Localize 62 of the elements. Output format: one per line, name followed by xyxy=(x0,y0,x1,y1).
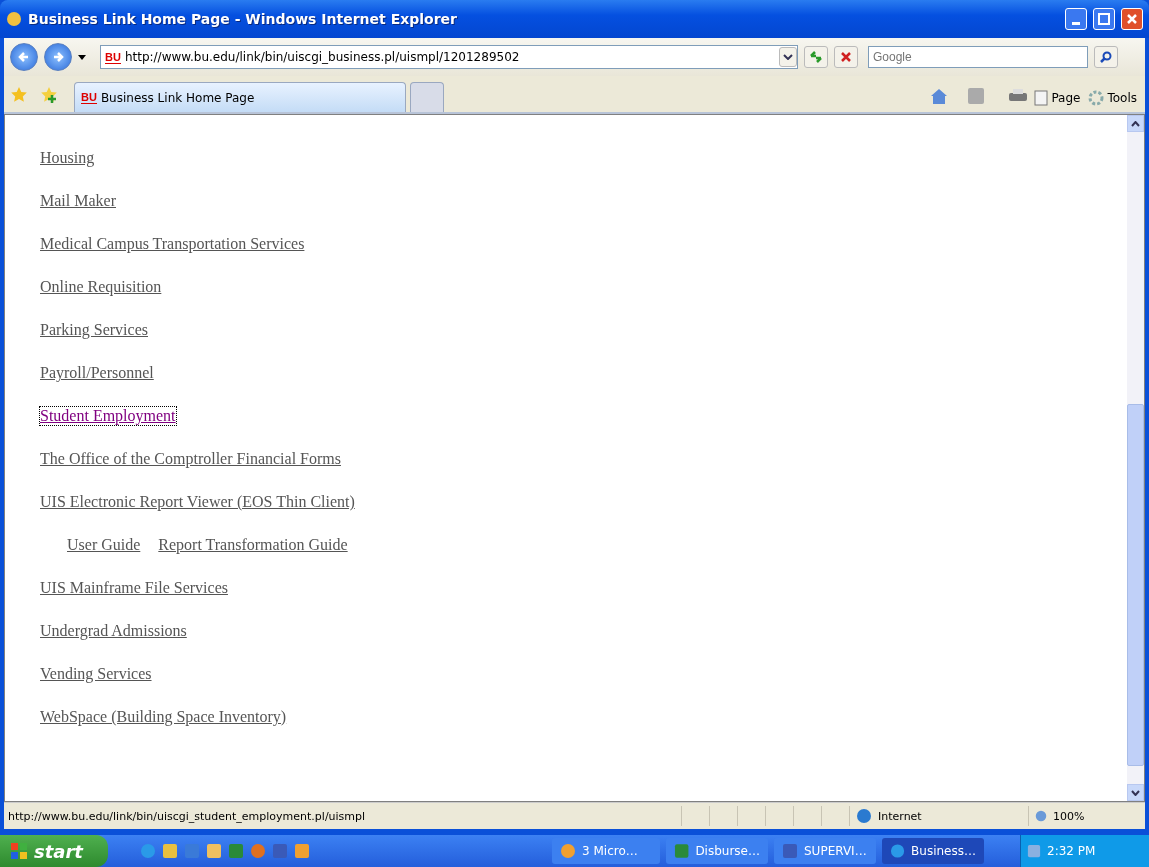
page-link[interactable]: Report Transformation Guide xyxy=(158,536,348,554)
search-button[interactable] xyxy=(1094,46,1118,68)
page-link[interactable]: Student Employment xyxy=(40,407,176,425)
taskbar-button[interactable]: 3 Micro… xyxy=(552,838,660,864)
page-link[interactable]: Housing xyxy=(40,149,95,167)
scroll-down-button[interactable] xyxy=(1127,784,1144,801)
status-text: http://www.bu.edu/link/bin/uiscgi_student_employment.pl/uismpl xyxy=(7,809,367,823)
zoom-level[interactable]: 100% xyxy=(1053,809,1085,823)
page-link[interactable]: WebSpace (Building Space Inventory) xyxy=(40,708,287,726)
maximize-icon xyxy=(1098,13,1110,25)
site-logo: BU xyxy=(81,91,97,104)
chevron-down-icon xyxy=(1131,789,1140,796)
minimize-button[interactable] xyxy=(1065,8,1087,30)
page-link[interactable]: Undergrad Admissions xyxy=(40,622,187,640)
refresh-button[interactable] xyxy=(804,46,828,68)
stop-button[interactable] xyxy=(834,46,858,68)
page-link[interactable]: Online Requisition xyxy=(40,278,162,296)
caret-icon[interactable] xyxy=(78,54,86,60)
page-link[interactable]: Vending Services xyxy=(40,665,152,683)
tab-label: Business Link Home Page xyxy=(100,90,255,105)
add-favorite-icon[interactable] xyxy=(40,86,58,104)
window-title: Business Link Home Page - Windows Internet Explorer xyxy=(28,11,458,27)
page-link[interactable]: UIS Electronic Report Viewer (EOS Thin Client) xyxy=(40,493,355,511)
windows-logo-icon xyxy=(10,842,28,860)
printer-icon[interactable] xyxy=(1008,88,1029,104)
home-icon[interactable] xyxy=(930,88,949,104)
taskbar-button[interactable]: Disburse… xyxy=(666,838,768,864)
page-link[interactable]: The Office of the Comptroller Financial Forms xyxy=(40,450,341,468)
page-link[interactable]: User Guide xyxy=(67,536,141,554)
chevron-up-icon xyxy=(1131,120,1140,127)
menu-button[interactable]: Tools xyxy=(1086,90,1139,106)
search-field[interactable]: Google xyxy=(868,46,1088,68)
menu-button[interactable]: Page xyxy=(1032,90,1083,106)
star-icon[interactable] xyxy=(10,86,28,104)
zone-label: Internet xyxy=(878,809,922,823)
clock: 2:32 PM xyxy=(1047,844,1096,858)
stop-icon xyxy=(840,51,852,63)
minimize-icon xyxy=(1072,21,1080,25)
scrollbar[interactable] xyxy=(1127,115,1144,801)
search-icon xyxy=(1100,51,1112,63)
scroll-thumb[interactable] xyxy=(1127,404,1144,766)
page-link[interactable]: Parking Services xyxy=(40,321,148,339)
page-link[interactable]: Payroll/Personnel xyxy=(40,364,154,382)
dropdown-button[interactable] xyxy=(779,47,797,67)
refresh-icon xyxy=(809,50,823,64)
forward-button[interactable] xyxy=(44,43,72,71)
scroll-up-button[interactable] xyxy=(1127,115,1144,132)
site-logo: BU xyxy=(105,50,121,64)
chevron-down-icon xyxy=(783,54,793,60)
browser-tab[interactable]: BU Business Link Home Page xyxy=(74,82,406,112)
maximize-button[interactable] xyxy=(1093,8,1115,30)
page-link[interactable]: Medical Campus Transportation Services xyxy=(40,235,305,253)
page-icon xyxy=(1034,90,1049,106)
back-button[interactable] xyxy=(10,43,38,71)
address-field[interactable]: BU http://www.bu.edu/link/bin/uiscgi_business.pl/uismpl/1201289502 xyxy=(100,45,798,69)
page-link[interactable]: UIS Mainframe File Services xyxy=(40,579,228,597)
gear-icon xyxy=(1088,90,1105,106)
taskbar-button[interactable]: Business… xyxy=(882,838,984,864)
page-link[interactable]: Mail Maker xyxy=(40,192,116,210)
close-button[interactable] xyxy=(1121,8,1143,30)
close-icon xyxy=(1126,13,1138,25)
taskbar-button[interactable]: SUPERVI… xyxy=(774,838,876,864)
